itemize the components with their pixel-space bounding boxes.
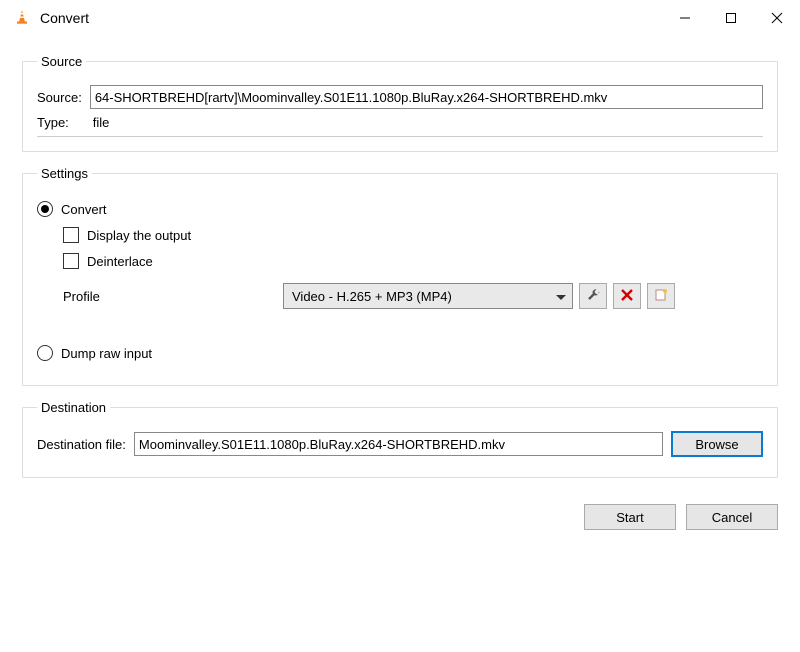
source-input[interactable] [90,85,763,109]
chevron-down-icon [556,289,566,304]
cancel-button[interactable]: Cancel [686,504,778,530]
deinterlace-check[interactable]: Deinterlace [63,253,763,269]
profile-label: Profile [63,289,283,304]
convert-radio[interactable]: Convert [37,201,763,217]
dialog-footer: Start Cancel [0,504,800,530]
minimize-button[interactable] [662,2,708,34]
dialog-body: Source Source: Type: file Settings Conve… [0,36,800,502]
source-group: Source Source: Type: file [22,54,778,152]
display-output-check[interactable]: Display the output [63,227,763,243]
deinterlace-label: Deinterlace [87,254,153,269]
destination-file-label: Destination file: [37,437,126,452]
type-value: file [93,115,110,130]
vlc-cone-icon [14,9,30,28]
titlebar: Convert [0,0,800,36]
settings-group: Settings Convert Display the output Dein… [22,166,778,386]
browse-button[interactable]: Browse [671,431,763,457]
dump-radio-label: Dump raw input [61,346,152,361]
source-label: Source: [37,90,82,105]
radio-icon [37,201,53,217]
new-icon [654,288,668,305]
profile-dropdown[interactable]: Video - H.265 + MP3 (MP4) [283,283,573,309]
destination-group: Destination Destination file: Browse [22,400,778,478]
divider [37,136,763,137]
start-button[interactable]: Start [584,504,676,530]
profile-value: Video - H.265 + MP3 (MP4) [292,289,452,304]
x-icon [621,289,633,304]
maximize-button[interactable] [708,2,754,34]
new-profile-button[interactable] [647,283,675,309]
window-title: Convert [40,10,662,26]
type-label: Type: [37,115,69,130]
source-legend: Source [37,54,86,69]
delete-profile-button[interactable] [613,283,641,309]
display-output-label: Display the output [87,228,191,243]
window-controls [662,2,800,34]
close-button[interactable] [754,2,800,34]
wrench-icon [586,288,600,305]
checkbox-icon [63,253,79,269]
settings-legend: Settings [37,166,92,181]
dump-radio[interactable]: Dump raw input [37,345,763,361]
checkbox-icon [63,227,79,243]
destination-file-input[interactable] [134,432,663,456]
destination-legend: Destination [37,400,110,415]
edit-profile-button[interactable] [579,283,607,309]
radio-icon [37,345,53,361]
convert-radio-label: Convert [61,202,107,217]
